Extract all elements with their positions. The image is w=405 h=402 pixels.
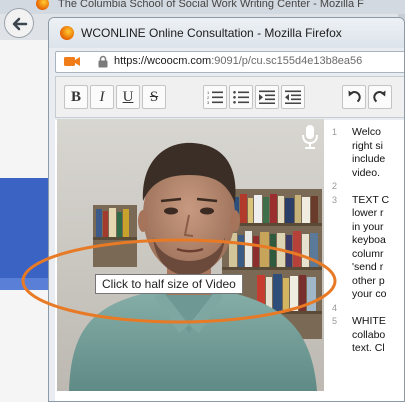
screen: The Columbia School of Social Work Writi… xyxy=(0,0,405,402)
annotation-ellipse xyxy=(21,238,337,324)
